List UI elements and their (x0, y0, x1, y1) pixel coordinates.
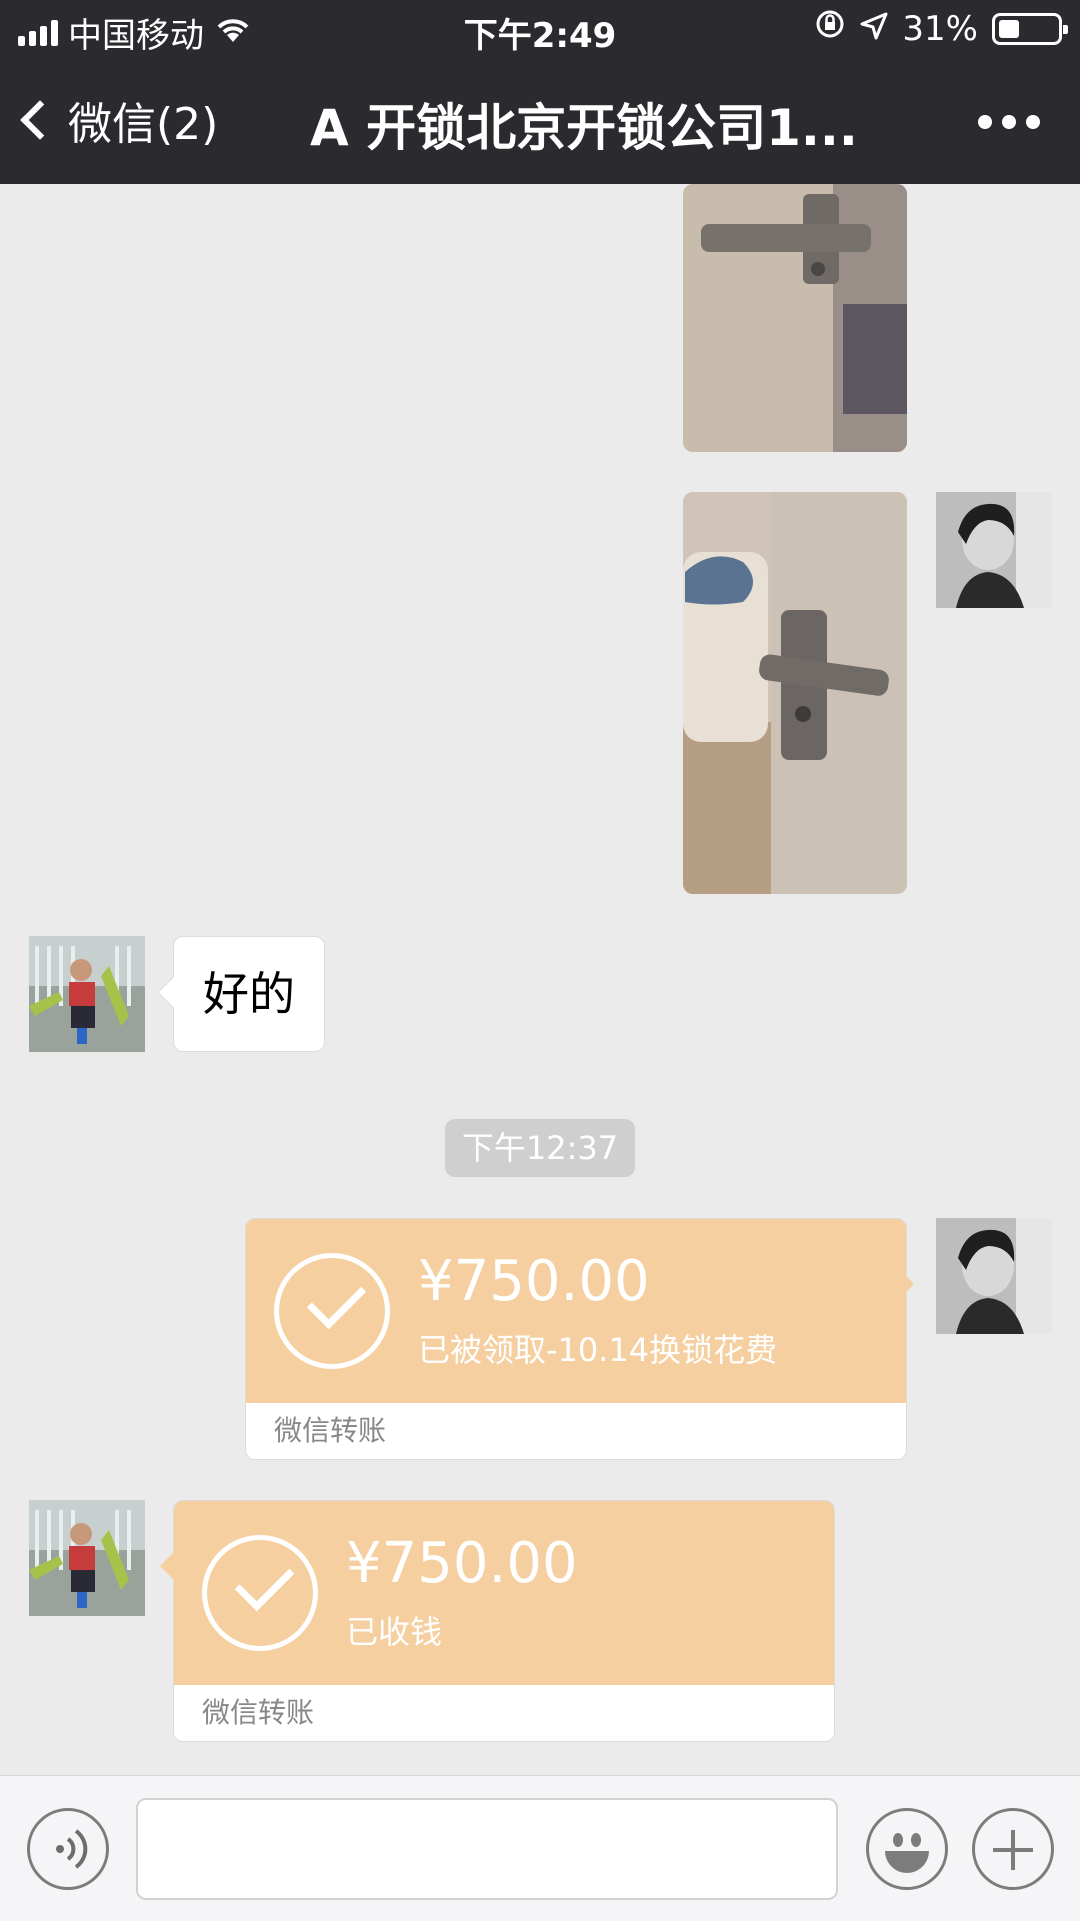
plus-button[interactable] (972, 1808, 1054, 1890)
location-icon (860, 9, 888, 49)
avatar-contact-2[interactable] (29, 1500, 145, 1616)
rotation-lock-icon (814, 8, 846, 49)
check-icon (274, 1253, 390, 1369)
battery-percent: 31% (902, 8, 978, 49)
transfer-amount: ¥750.00 (418, 1249, 650, 1314)
message-input[interactable] (136, 1798, 838, 1900)
transfer-footer: 微信转账 (174, 1685, 834, 1741)
avatar-contact-1[interactable] (29, 936, 145, 1052)
avatar-self-1[interactable] (936, 492, 1052, 608)
nav-bar: 微信(2) A 开锁北京开锁公司1... (0, 60, 1080, 184)
status-bar: 中国移动 下午2:49 31% (0, 0, 1080, 60)
transfer-card-body: ¥750.00 已被领取-10.14换锁花费 (246, 1219, 906, 1403)
voice-button[interactable] (27, 1808, 109, 1890)
emoji-button[interactable] (866, 1808, 948, 1890)
chevron-left-icon (20, 100, 60, 140)
transfer-note: 已收钱 (346, 1613, 443, 1651)
reply-bubble[interactable]: 好的 (173, 936, 325, 1052)
battery-icon (992, 12, 1068, 45)
status-right: 31% (814, 8, 1068, 49)
avatar-self-2[interactable] (936, 1218, 1052, 1334)
top-bar: 中国移动 下午2:49 31% 微信(2) A 开锁北京开锁公司1... (0, 0, 1080, 184)
timestamp-badge: 下午12:37 (445, 1119, 635, 1177)
back-label: 微信(2) (68, 99, 219, 150)
bubble-tail (900, 1270, 914, 1298)
voice-icon (54, 1827, 90, 1880)
transfer-card-body: ¥750.00 已收钱 (174, 1501, 834, 1685)
transfer-amount: ¥750.00 (346, 1531, 578, 1596)
transfer-card-incoming[interactable]: ¥750.00 已收钱 微信转账 (173, 1500, 835, 1742)
door-photo-2[interactable] (683, 492, 907, 894)
transfer-card-outgoing[interactable]: ¥750.00 已被领取-10.14换锁花费 微信转账 (245, 1218, 907, 1460)
door-photo-1[interactable] (683, 184, 907, 452)
transfer-footer: 微信转账 (246, 1403, 906, 1459)
input-bar (0, 1775, 1080, 1921)
chat-title: A 开锁北京开锁公司1... (310, 99, 858, 157)
more-icon[interactable] (978, 115, 1040, 129)
chat-area[interactable]: 好的 下午12:37 ¥750.00 已被领取-10.14换锁花费 微信转账 ¥… (0, 184, 1080, 1775)
check-icon (202, 1535, 318, 1651)
bubble-tail (160, 1552, 174, 1580)
transfer-note: 已被领取-10.14换锁花费 (418, 1331, 778, 1369)
back-button[interactable]: 微信(2) (20, 88, 219, 152)
